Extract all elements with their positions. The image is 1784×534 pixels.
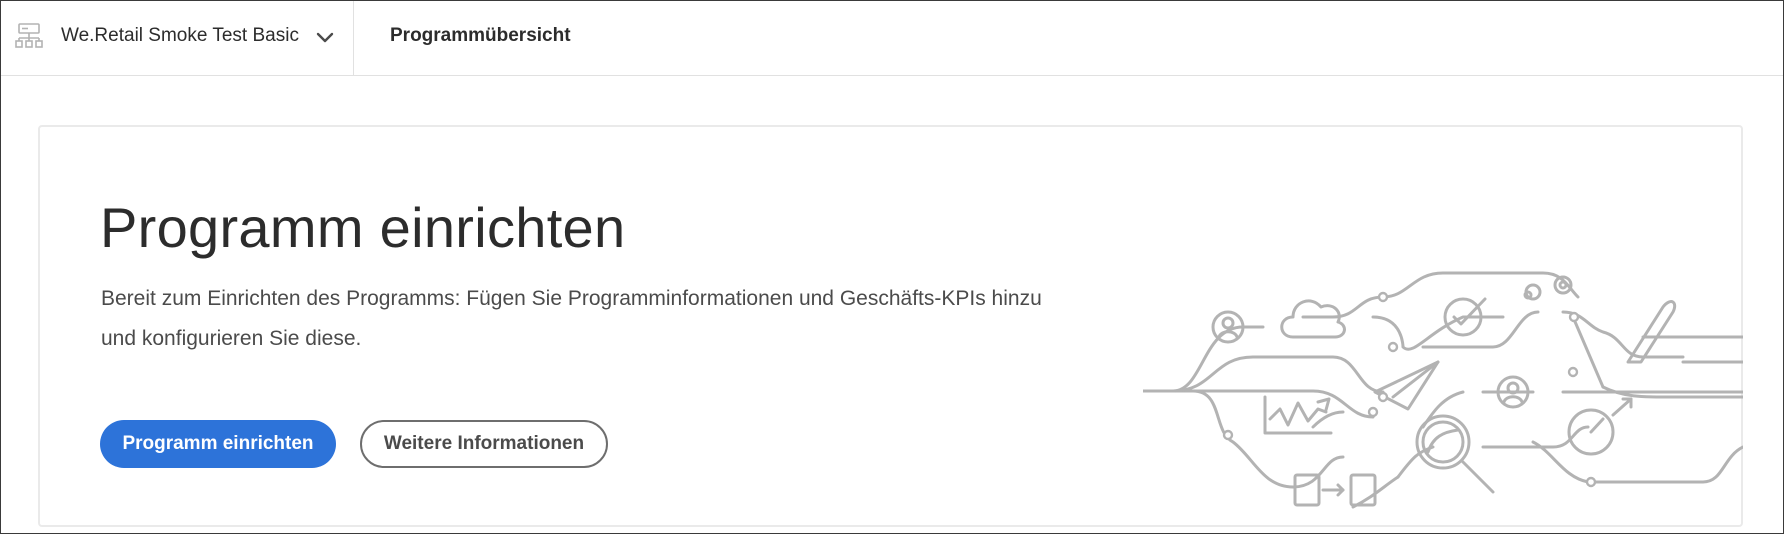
app-window: We.Retail Smoke Test Basic Programmübers…: [0, 0, 1784, 534]
card-description: Bereit zum Einrichten des Programms: Füg…: [101, 287, 1042, 350]
program-switcher[interactable]: We.Retail Smoke Test Basic: [1, 1, 354, 75]
learn-more-button[interactable]: Weitere Informationen: [360, 420, 608, 468]
workflow-illustration: [1143, 271, 1743, 509]
page-title[interactable]: Programmübersicht: [390, 25, 571, 47]
top-header: We.Retail Smoke Test Basic Programmübers…: [1, 1, 1783, 76]
server-network-icon: [15, 23, 43, 48]
card-title: Programm einrichten: [100, 196, 626, 259]
setup-program-button[interactable]: Programm einrichten: [100, 420, 336, 468]
chevron-down-icon[interactable]: [315, 28, 335, 48]
setup-program-card: Programm einrichten Bereit zum Einrichte…: [38, 125, 1743, 527]
program-name: We.Retail Smoke Test Basic: [61, 25, 299, 46]
